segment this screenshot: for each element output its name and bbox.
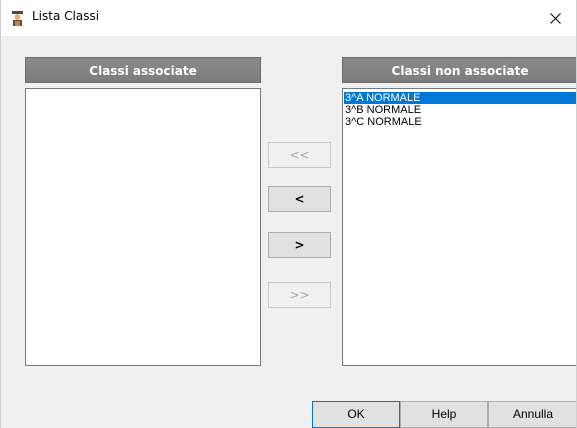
window-title: Lista Classi bbox=[32, 9, 100, 23]
cancel-button[interactable]: Annulla bbox=[488, 401, 576, 428]
app-icon bbox=[12, 11, 23, 26]
move-all-left-button[interactable]: << bbox=[268, 142, 331, 168]
move-all-right-button[interactable]: >> bbox=[268, 282, 331, 308]
unassociated-classes-header: Classi non associate bbox=[342, 57, 576, 83]
list-item[interactable]: 3^C NORMALE bbox=[344, 116, 576, 128]
move-right-button[interactable]: > bbox=[268, 232, 331, 258]
ok-button[interactable]: OK bbox=[312, 401, 400, 428]
list-item[interactable]: 3^B NORMALE bbox=[344, 104, 576, 116]
dialog-window: Lista Classi Classi associate << < > >> … bbox=[0, 0, 577, 428]
move-left-button[interactable]: < bbox=[268, 186, 331, 212]
close-icon bbox=[549, 12, 561, 24]
close-button[interactable] bbox=[532, 0, 576, 36]
associated-classes-header: Classi associate bbox=[25, 57, 261, 83]
associated-classes-list[interactable] bbox=[25, 88, 261, 366]
unassociated-classes-list[interactable]: 3^A NORMALE 3^B NORMALE 3^C NORMALE bbox=[342, 88, 576, 366]
help-button[interactable]: Help bbox=[400, 401, 488, 428]
list-item[interactable]: 3^A NORMALE bbox=[344, 92, 576, 104]
title-bar: Lista Classi bbox=[1, 0, 576, 36]
